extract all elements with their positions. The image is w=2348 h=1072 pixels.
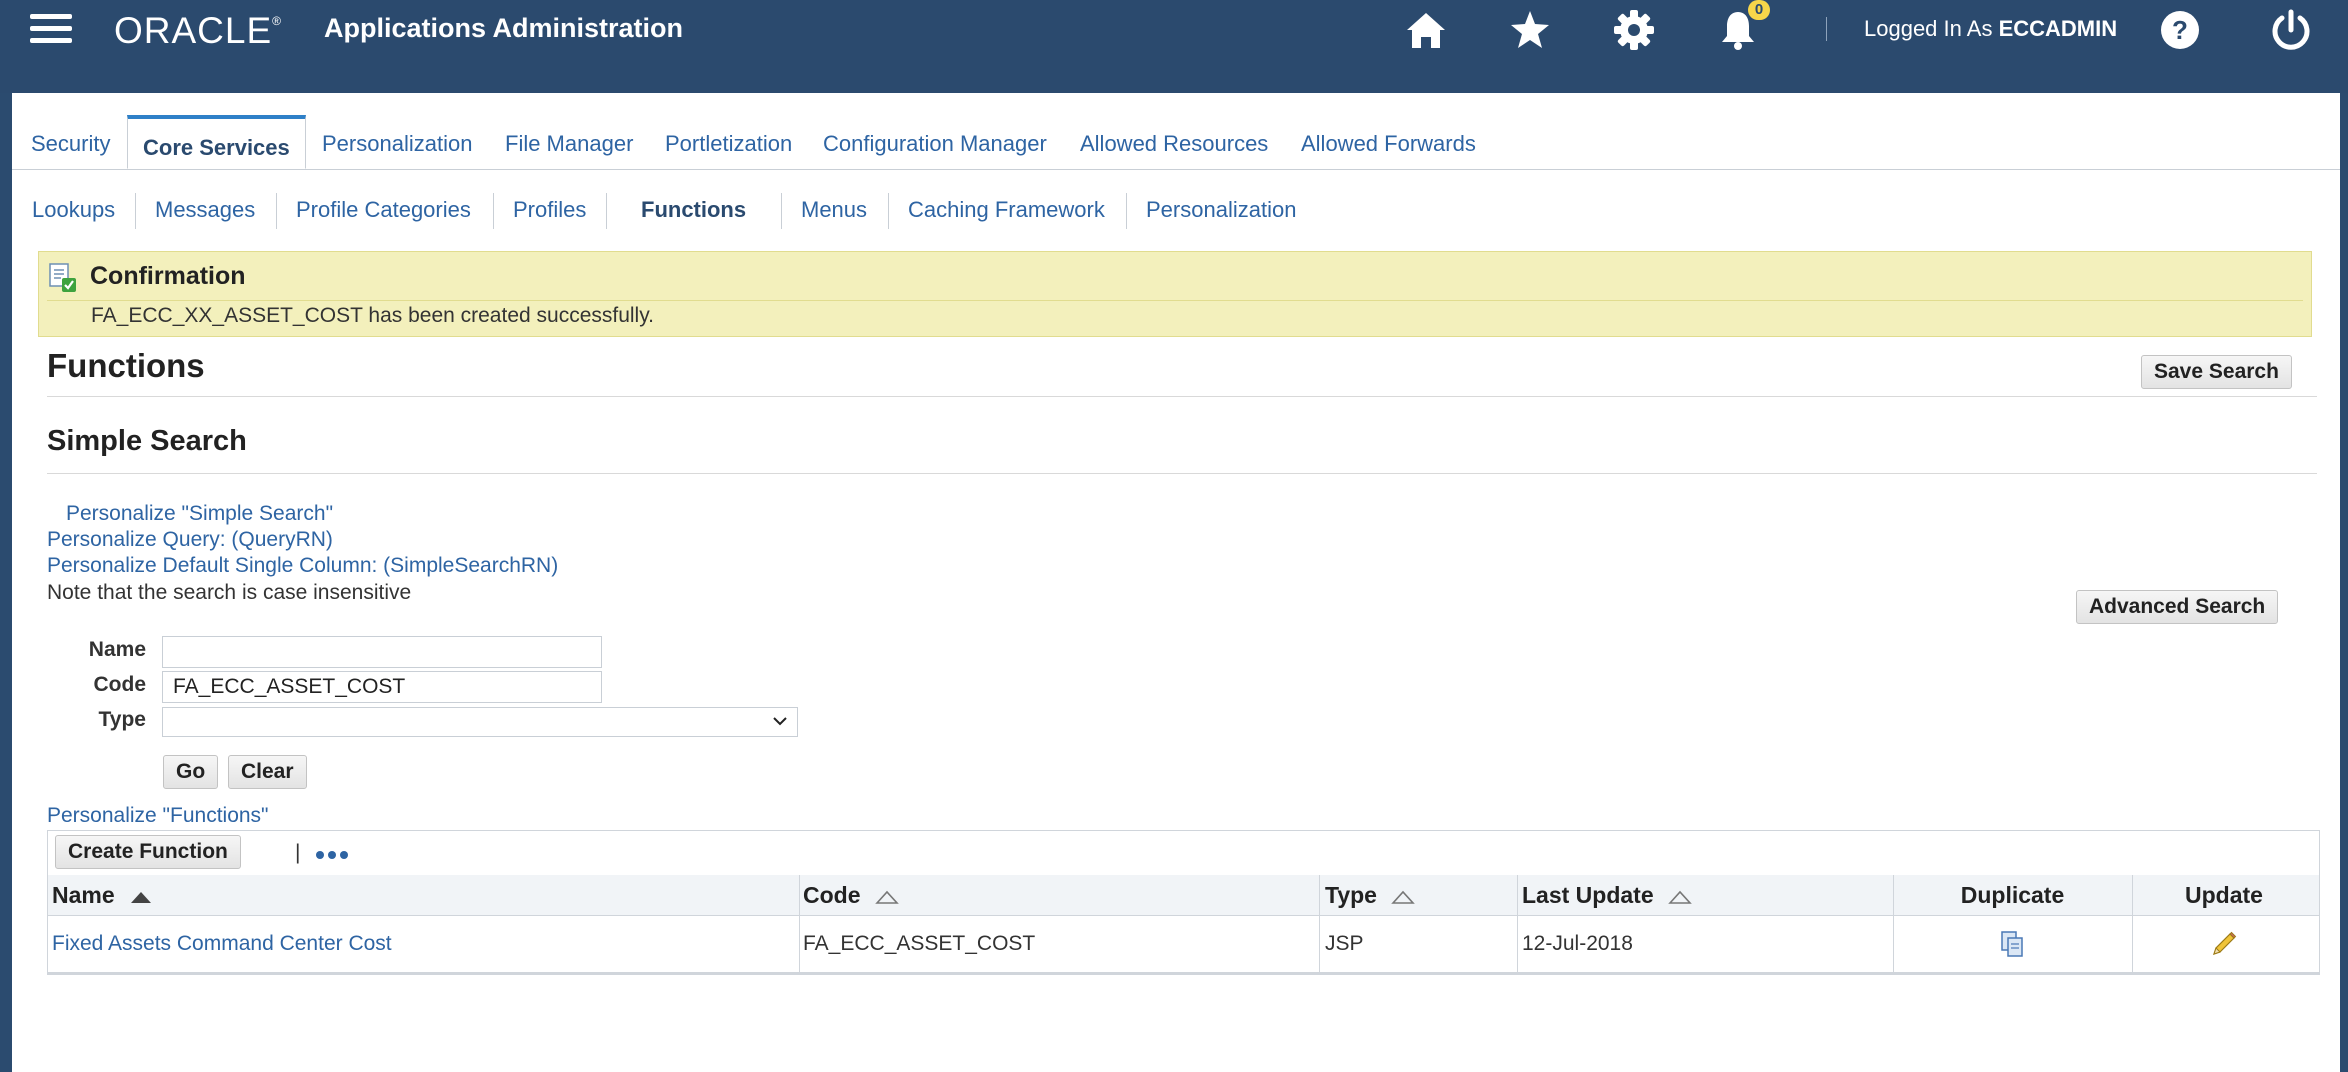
menu-icon[interactable] xyxy=(30,12,76,46)
confirmation-divider xyxy=(47,300,2303,301)
primary-tabs: Security Core Services Personalization F… xyxy=(12,103,2340,170)
section-title: Simple Search xyxy=(47,425,247,457)
column-header-duplicate: Duplicate xyxy=(1960,882,2065,908)
header-divider xyxy=(1826,17,1827,41)
notification-count-badge: 0 xyxy=(1748,0,1770,20)
subtab-lookups[interactable]: Lookups xyxy=(32,197,115,223)
table-toolbar: Create Function | xyxy=(48,831,2319,876)
clear-button[interactable]: Clear xyxy=(228,755,307,789)
tab-portletization[interactable]: Portletization xyxy=(665,131,792,157)
column-header-name[interactable]: Name xyxy=(52,875,153,915)
tab-allowed-resources[interactable]: Allowed Resources xyxy=(1080,131,1268,157)
name-input[interactable] xyxy=(162,636,602,668)
more-actions-icon[interactable] xyxy=(316,851,352,861)
logged-in-text: Logged In As ECCADMIN xyxy=(1864,16,2117,42)
function-code-cell: FA_ECC_ASSET_COST xyxy=(803,932,1036,955)
subtab-caching-framework[interactable]: Caching Framework xyxy=(908,197,1105,223)
subtab-profile-categories[interactable]: Profile Categories xyxy=(296,197,471,223)
personalize-simple-search-link[interactable]: Personalize "Simple Search" xyxy=(66,502,333,526)
section-divider xyxy=(47,473,2317,474)
personalize-default-column-link[interactable]: Personalize Default Single Column: (Simp… xyxy=(47,554,558,578)
tab-core-services[interactable]: Core Services xyxy=(127,115,306,169)
oracle-logo: ORACLE® xyxy=(114,10,282,51)
subtab-divider xyxy=(781,193,782,229)
confirmation-check-icon xyxy=(47,262,79,294)
sort-icon xyxy=(1391,890,1416,904)
create-function-button[interactable]: Create Function xyxy=(55,835,241,869)
column-header-update: Update xyxy=(2185,882,2263,908)
top-header: ORACLE® Applications Administration 0 Lo… xyxy=(0,0,2348,93)
last-update-cell: 12-Jul-2018 xyxy=(1522,932,1633,955)
logged-in-prefix: Logged In As xyxy=(1864,16,1993,41)
type-select[interactable] xyxy=(162,707,798,737)
confirmation-title: Confirmation xyxy=(90,262,246,290)
title-divider xyxy=(47,396,2317,397)
subtab-messages[interactable]: Messages xyxy=(155,197,255,223)
table-row: Fixed Assets Command Center Cost FA_ECC_… xyxy=(48,916,2319,974)
subtab-divider xyxy=(493,193,494,229)
column-header-last-update[interactable]: Last Update xyxy=(1522,875,1692,915)
username: ECCADMIN xyxy=(1998,16,2118,41)
subtab-profiles[interactable]: Profiles xyxy=(513,197,586,223)
tab-allowed-forwards[interactable]: Allowed Forwards xyxy=(1301,131,1476,157)
duplicate-cell xyxy=(1894,916,2131,972)
secondary-tabs: Lookups Messages Profile Categories Prof… xyxy=(12,171,2340,237)
go-button[interactable]: Go xyxy=(163,755,219,789)
subtab-divider xyxy=(1126,193,1127,229)
function-name-link[interactable]: Fixed Assets Command Center Cost xyxy=(52,916,392,972)
personalize-functions-link[interactable]: Personalize "Functions" xyxy=(47,804,269,828)
advanced-search-button[interactable]: Advanced Search xyxy=(2076,590,2279,624)
main-panel: Security Core Services Personalization F… xyxy=(12,93,2340,1072)
table-header: Name Code Type Last Update Duplicate Upd… xyxy=(48,875,2319,916)
save-search-button[interactable]: Save Search xyxy=(2141,355,2292,389)
subtab-menus[interactable]: Menus xyxy=(801,197,867,223)
confirmation-banner: Confirmation FA_ECC_XX_ASSET_COST has be… xyxy=(38,251,2312,337)
code-input[interactable] xyxy=(162,671,602,703)
tab-configuration-manager[interactable]: Configuration Manager xyxy=(823,131,1047,157)
type-label: Type xyxy=(98,708,146,731)
pencil-icon[interactable] xyxy=(2208,928,2240,960)
name-label: Name xyxy=(88,638,146,661)
subtab-divider xyxy=(135,193,136,229)
svg-text:?: ? xyxy=(2172,15,2188,45)
tab-file-manager[interactable]: File Manager xyxy=(505,131,633,157)
app-title: Applications Administration xyxy=(324,13,684,43)
update-cell xyxy=(2133,916,2315,972)
toolbar-separator: | xyxy=(295,841,301,864)
home-icon[interactable] xyxy=(1400,4,1452,56)
gear-icon[interactable] xyxy=(1608,4,1660,56)
chevron-down-icon xyxy=(773,717,787,726)
personalize-query-link[interactable]: Personalize Query: (QueryRN) xyxy=(47,528,333,552)
subtab-functions[interactable]: Functions xyxy=(641,197,746,223)
code-label: Code xyxy=(93,673,147,696)
help-icon[interactable]: ? xyxy=(2154,4,2206,56)
sort-ascending-icon xyxy=(131,891,152,903)
confirmation-message: FA_ECC_XX_ASSET_COST has been created su… xyxy=(91,304,654,327)
subtab-personalization[interactable]: Personalization xyxy=(1146,197,1296,223)
page-title: Functions xyxy=(47,347,205,384)
tab-personalization[interactable]: Personalization xyxy=(322,131,472,157)
sort-icon xyxy=(1668,890,1692,904)
sort-icon xyxy=(875,890,899,904)
star-icon[interactable] xyxy=(1504,4,1556,56)
search-note: Note that the search is case insensitive xyxy=(47,581,412,604)
duplicate-icon[interactable] xyxy=(1998,929,2028,959)
subtab-divider xyxy=(276,193,277,229)
column-header-code[interactable]: Code xyxy=(803,875,899,915)
function-type-cell: JSP xyxy=(1325,932,1364,955)
column-header-type[interactable]: Type xyxy=(1325,875,1416,915)
tab-security[interactable]: Security xyxy=(31,131,110,157)
results-table: Create Function | Name Code Type Last Up… xyxy=(47,830,2320,975)
subtab-divider xyxy=(606,193,607,229)
power-icon[interactable] xyxy=(2265,4,2317,56)
subtab-divider xyxy=(888,193,889,229)
